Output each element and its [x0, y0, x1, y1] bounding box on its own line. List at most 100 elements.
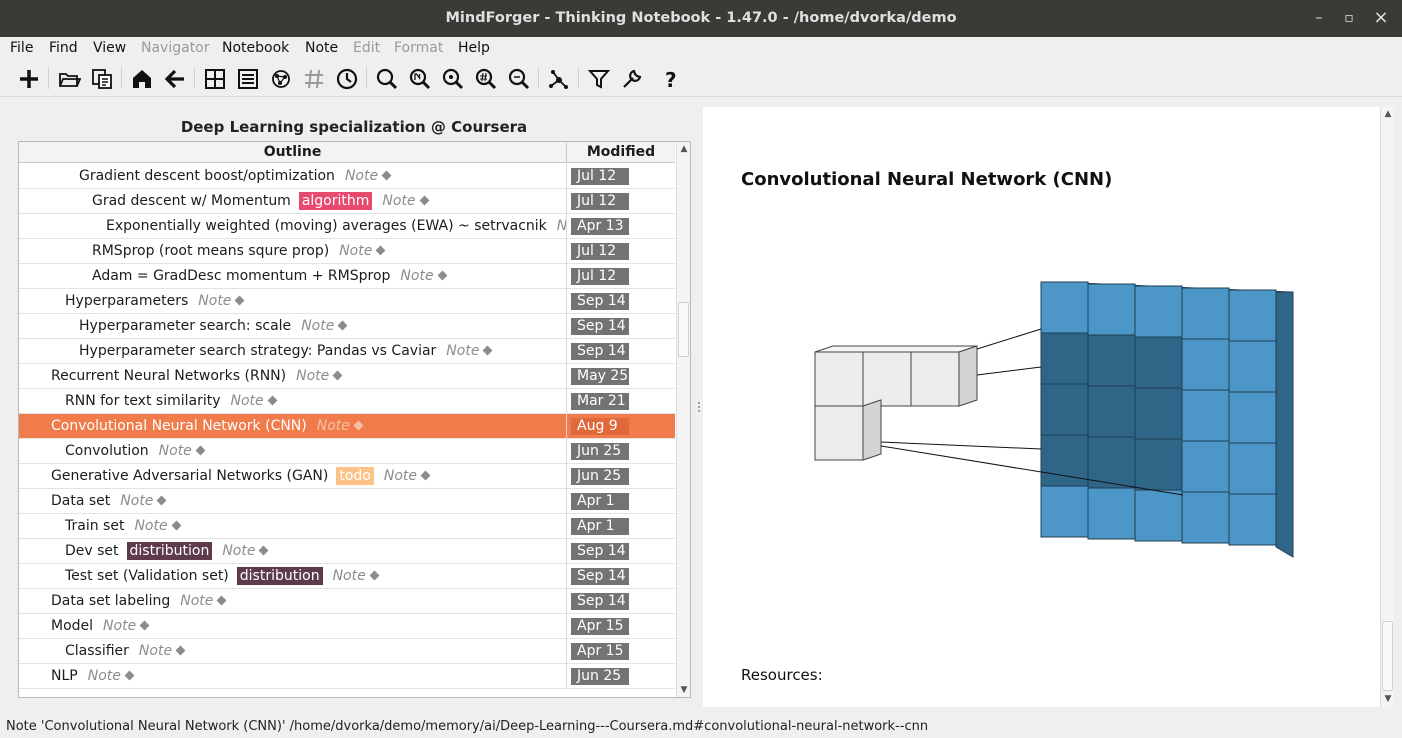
note-type-label: Note — [87, 668, 121, 684]
window-titlebar: MindForger - Thinking Notebook - 1.47.0 … — [0, 0, 1402, 37]
diamond-icon — [171, 520, 182, 531]
svg-text:?: ? — [665, 68, 677, 91]
menu-help[interactable]: Help — [458, 40, 490, 56]
note-title: RNN for text similarity — [65, 393, 221, 409]
scroll-up-icon[interactable]: ▲ — [677, 143, 690, 155]
outline-row[interactable]: Recurrent Neural Networks (RNN) Note May 2… — [19, 364, 675, 389]
close-button[interactable]: × — [1372, 9, 1390, 27]
filter-icon[interactable] — [585, 64, 613, 94]
modified-date: Jun 25 — [571, 468, 629, 485]
cnn-map-cell — [1040, 383, 1089, 436]
list-icon[interactable] — [234, 64, 262, 94]
cnn-filter-top — [814, 345, 978, 353]
outline-row[interactable]: Model Note Apr 15 — [19, 614, 675, 639]
outline-row[interactable]: Train set Note Apr 1 — [19, 514, 675, 539]
open-folder-icon[interactable] — [55, 64, 83, 94]
cnn-filter-side — [862, 399, 882, 461]
scroll-down-icon[interactable]: ▼ — [677, 684, 690, 696]
recent-icon[interactable] — [88, 64, 116, 94]
new-icon[interactable] — [15, 64, 43, 94]
outline-row[interactable]: Exponentially weighted (moving) averages… — [19, 214, 675, 239]
modified-column-header[interactable]: Modified — [567, 142, 675, 163]
outline-table[interactable]: Outline Modified Gradient descent boost/… — [18, 141, 691, 698]
menu-view[interactable]: View — [93, 40, 126, 56]
cnn-map-cell — [1181, 287, 1230, 340]
scroll-thumb[interactable] — [678, 302, 689, 357]
tags-icon[interactable] — [300, 64, 328, 94]
outline-row[interactable]: Adam = GradDesc momentum + RMSprop Note Ju… — [19, 264, 675, 289]
menu-navigator[interactable]: Navigator — [141, 40, 210, 56]
outline-row[interactable]: Hyperparameter search strategy: Pandas v… — [19, 339, 675, 364]
settings-icon[interactable] — [618, 64, 646, 94]
note-title-cell: Recurrent Neural Networks (RNN) Note — [19, 364, 567, 389]
menu-note[interactable]: Note — [305, 40, 338, 56]
note-type-label: Note — [316, 418, 350, 434]
status-bar: Note 'Convolutional Neural Network (CNN)… — [0, 716, 1402, 738]
outline-row[interactable]: Hyperparameters Note Sep 14 — [19, 289, 675, 314]
home-icon[interactable] — [128, 64, 156, 94]
note-title-cell: Dev set distribution Note — [19, 539, 567, 564]
outline-row[interactable]: Test set (Validation set) distribution Not… — [19, 564, 675, 589]
scroll-up-icon[interactable]: ▲ — [1381, 108, 1395, 120]
menu-bar: File Find View Navigator Notebook Note E… — [0, 37, 1402, 61]
outline-row[interactable]: Convolutional Neural Network (CNN) Note Au… — [19, 414, 675, 439]
note-type-label: Note — [556, 218, 567, 234]
note-type-label: Note — [103, 618, 137, 634]
maximize-button[interactable]: ▫ — [1340, 9, 1358, 27]
minimize-button[interactable]: – — [1310, 9, 1328, 27]
note-type-label: Note — [120, 493, 154, 509]
outline-row[interactable]: NLP Note Jun 25 — [19, 664, 675, 689]
menu-format[interactable]: Format — [394, 40, 443, 56]
find-n-icon[interactable] — [406, 64, 434, 94]
back-icon[interactable] — [161, 64, 189, 94]
diamond-icon — [259, 545, 269, 556]
outline-row[interactable]: Hyperparameter search: scale Note Sep 14 — [19, 314, 675, 339]
grid-icon[interactable] — [201, 64, 229, 94]
find-tag-icon[interactable] — [472, 64, 500, 94]
outline-row[interactable]: Gradient descent boost/optimization Note J… — [19, 164, 675, 189]
note-view-scrollbar[interactable]: ▲ ▼ — [1380, 107, 1394, 707]
note-type-label: Note — [296, 368, 330, 384]
cnn-map-cell — [1087, 487, 1136, 540]
modified-date: Sep 14 — [571, 318, 629, 335]
window-title: MindForger - Thinking Notebook - 1.47.0 … — [445, 10, 957, 26]
modified-date: Apr 15 — [571, 618, 629, 635]
outline-row[interactable]: Dev set distribution Note Sep 14 — [19, 539, 675, 564]
scroll-down-icon[interactable]: ▼ — [1381, 693, 1395, 705]
scroll-thumb[interactable] — [1382, 621, 1393, 691]
menu-file[interactable]: File — [10, 40, 33, 56]
outline-row[interactable]: Convolution Note Jun 25 — [19, 439, 675, 464]
note-title-cell: Data set labeling Note — [19, 589, 567, 614]
cnn-map-cell — [1134, 387, 1183, 440]
find-n2-icon[interactable] — [439, 64, 467, 94]
menu-edit[interactable]: Edit — [353, 40, 380, 56]
navigator-icon[interactable] — [545, 64, 573, 94]
cnn-map-cell — [1181, 440, 1230, 493]
outline-column-header[interactable]: Outline — [19, 142, 567, 163]
find-n3-icon[interactable] — [505, 64, 533, 94]
clock-icon[interactable] — [333, 64, 361, 94]
outline-scrollbar[interactable]: ▲ ▼ — [676, 142, 690, 697]
outline-row[interactable]: RNN for text similarity Note Mar 21 — [19, 389, 675, 414]
outline-row[interactable]: RMSprop (root means squre prop) Note Jul 1… — [19, 239, 675, 264]
tag-badge: distribution — [236, 567, 323, 585]
menu-find[interactable]: Find — [49, 40, 78, 56]
menu-notebook[interactable]: Notebook — [222, 40, 289, 56]
outline-row[interactable]: Grad descent w/ Momentum algorithm Note Jul… — [19, 189, 675, 214]
toolbar-separator — [121, 67, 122, 89]
modified-date: Jun 25 — [571, 668, 629, 685]
cnn-map-cell — [1134, 285, 1183, 338]
find-icon[interactable] — [373, 64, 401, 94]
note-title: Gradient descent boost/optimization — [79, 168, 335, 184]
pane-splitter[interactable] — [697, 400, 701, 414]
outline-row[interactable]: Data set Note Apr 1 — [19, 489, 675, 514]
note-title-cell: Train set Note — [19, 514, 567, 539]
note-type-label: Note — [158, 443, 192, 459]
outline-row[interactable]: Classifier Note Apr 15 — [19, 639, 675, 664]
outline-row[interactable]: Data set labeling Note Sep 14 — [19, 589, 675, 614]
graph-icon[interactable] — [267, 64, 295, 94]
note-title: Data set — [51, 493, 111, 509]
outline-row[interactable]: Generative Adversarial Networks (GAN) tod… — [19, 464, 675, 489]
help-icon[interactable]: ? — [657, 64, 685, 94]
note-type-label: Note — [332, 568, 366, 584]
